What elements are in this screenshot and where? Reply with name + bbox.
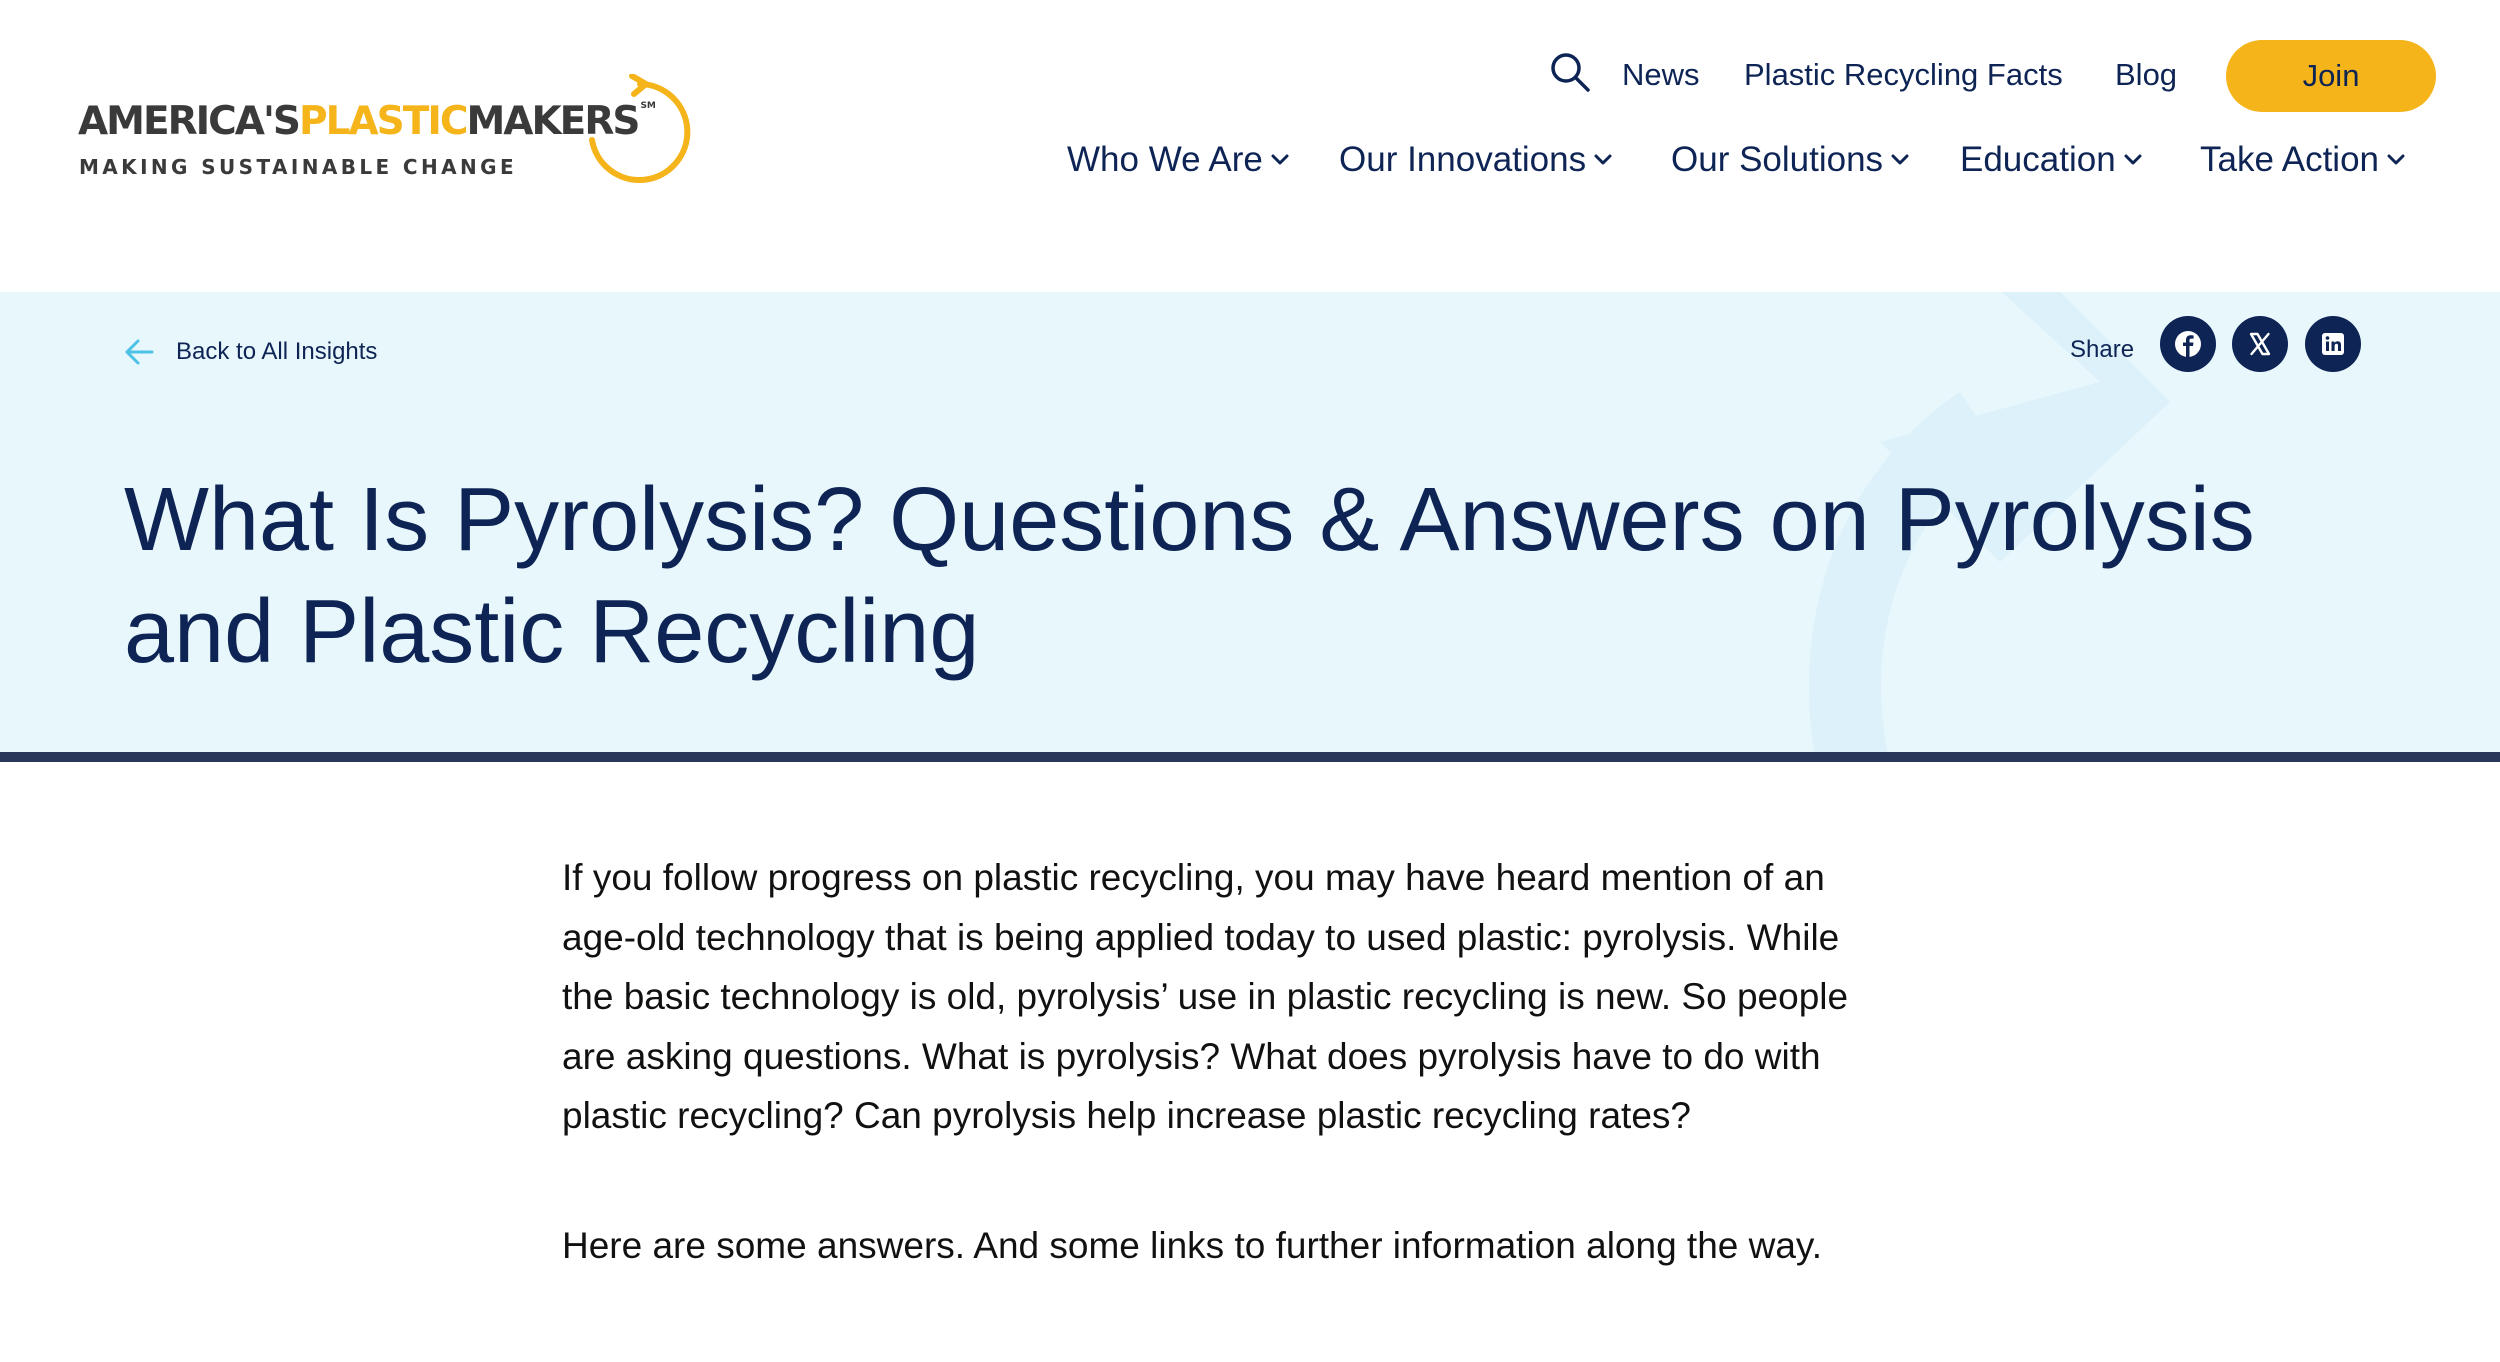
article-paragraph: If you follow progress on plastic recycl… <box>562 857 1849 1137</box>
x-icon <box>2249 332 2271 356</box>
nav-label: Take Action <box>2200 140 2379 179</box>
nav-our-innovations[interactable]: Our Innovations <box>1339 140 1612 180</box>
chevron-down-icon <box>1891 154 1909 165</box>
share-label: Share <box>2070 336 2135 363</box>
nav-take-action[interactable]: Take Action <box>2200 140 2405 180</box>
page: AMERICA'SPLASTICMAKERS SM MAKING SUSTAINA… <box>0 0 2500 1362</box>
chevron-down-icon <box>2124 154 2142 165</box>
article-paragraph: Here are some answers. And some links to… <box>562 1224 1822 1266</box>
nav-link-blog[interactable]: Blog <box>2115 57 2177 93</box>
back-to-all-insights-link[interactable]: Back to All Insights <box>124 338 377 366</box>
article-body: If you follow progress on plastic recycl… <box>562 848 1892 1276</box>
logo-wordmark: AMERICA'SPLASTICMAKERS SM <box>78 99 656 144</box>
nav-label: Our Innovations <box>1339 140 1587 179</box>
logo-recycle-arrow-icon <box>589 74 691 183</box>
nav-label: Who We Are <box>1067 140 1263 179</box>
nav-label: Education <box>1960 140 2116 179</box>
article-hero: Back to All Insights Share What Is Pyrol <box>0 292 2500 752</box>
chevron-down-icon <box>1594 154 1612 165</box>
chevron-down-icon <box>1271 154 1289 165</box>
nav-our-solutions[interactable]: Our Solutions <box>1671 140 1909 180</box>
share-facebook-button[interactable] <box>2160 316 2216 372</box>
nav-link-news[interactable]: News <box>1622 57 1700 93</box>
share-x-button[interactable] <box>2232 316 2288 372</box>
page-title: What Is Pyrolysis? Questions & Answers o… <box>124 470 2255 682</box>
chevron-down-icon <box>2387 154 2405 165</box>
back-link-label: Back to All Insights <box>176 338 378 365</box>
nav-who-we-are[interactable]: Who We Are <box>1067 140 1289 180</box>
logo-tagline: MAKING SUSTAINABLE CHANGE <box>79 155 518 179</box>
nav-education[interactable]: Education <box>1960 140 2142 180</box>
linkedin-icon <box>2322 333 2344 355</box>
site-logo[interactable]: AMERICA'SPLASTICMAKERS SM MAKING SUSTAINA… <box>78 74 698 184</box>
share-linkedin-button[interactable] <box>2305 316 2361 372</box>
nav-link-plastic-recycling-facts[interactable]: Plastic Recycling Facts <box>1744 57 2063 93</box>
arrow-left-icon <box>125 339 154 365</box>
section-divider <box>0 752 2500 762</box>
nav-label: Our Solutions <box>1671 140 1884 179</box>
search-icon[interactable] <box>1548 50 1592 94</box>
join-button[interactable]: Join <box>2226 40 2436 112</box>
facebook-icon <box>2175 331 2201 357</box>
site-header: AMERICA'SPLASTICMAKERS SM MAKING SUSTAINA… <box>0 0 2500 292</box>
